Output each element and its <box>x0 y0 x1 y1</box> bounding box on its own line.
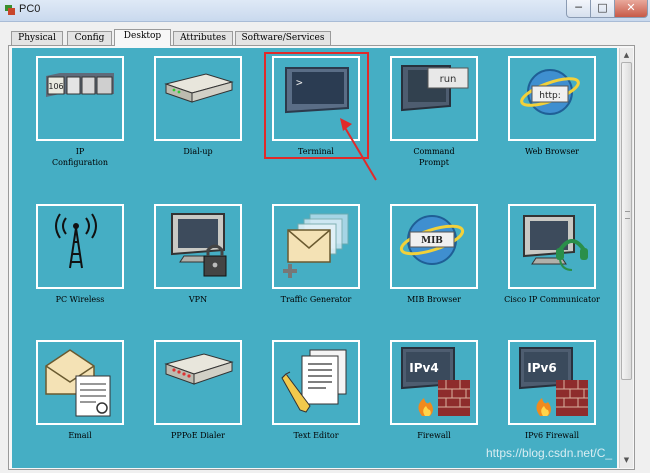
app-label: Text Editor <box>293 431 339 440</box>
mib-globe-icon: MIB <box>399 215 465 265</box>
headset-monitor-icon <box>523 215 588 271</box>
wireless-tower-icon <box>55 213 97 269</box>
vertical-scrollbar[interactable]: ▲ ▼ <box>619 48 633 468</box>
app-vpn[interactable]: VPN <box>138 204 258 324</box>
app-command-prompt[interactable]: run Command Prompt <box>374 56 494 176</box>
modem-icon <box>164 73 234 103</box>
scroll-up-icon[interactable]: ▲ <box>620 48 633 62</box>
app-label: Dial-up <box>183 147 213 156</box>
app-traffic-generator[interactable]: Traffic Generator <box>256 204 376 324</box>
app-label: MIB Browser <box>407 295 461 304</box>
app-label: IP Configuration <box>51 147 109 167</box>
tab-attributes[interactable]: Attributes <box>173 31 233 45</box>
app-dial-up[interactable]: Dial-up <box>138 56 258 176</box>
svg-text:run: run <box>440 74 457 85</box>
tab-config[interactable]: Config <box>67 31 112 45</box>
tab-physical[interactable]: Physical <box>11 31 63 45</box>
vpn-lock-icon <box>171 213 227 277</box>
svg-text:IPv4: IPv4 <box>409 361 438 375</box>
app-pc-wireless[interactable]: PC Wireless <box>20 204 140 324</box>
app-firewall[interactable]: IPv4 Firewall <box>374 340 494 460</box>
grip-icon <box>625 211 630 219</box>
dialer-icon <box>164 353 234 385</box>
app-label: Web Browser <box>525 147 579 156</box>
app-web-browser[interactable]: http: Web Browser <box>492 56 612 176</box>
watermark: https://blog.csdn.net/C_ <box>486 446 613 460</box>
globe-icon: http: <box>520 69 580 115</box>
tab-software-services[interactable]: Software/Services <box>235 31 331 45</box>
maximize-button[interactable]: □ <box>590 0 615 18</box>
svg-text:IPv6: IPv6 <box>527 361 556 375</box>
command-prompt-icon: run <box>401 65 469 112</box>
desktop-area: 106 IP Configuration Dial-up > Terminal … <box>12 48 617 468</box>
svg-text:MIB: MIB <box>421 236 443 246</box>
app-mib-browser[interactable]: MIB MIB Browser <box>374 204 494 324</box>
window-title: PC0 <box>19 3 41 15</box>
app-cisco-ip-communicator[interactable]: Cisco IP Communicator <box>492 204 612 324</box>
app-text-editor[interactable]: Text Editor <box>256 340 376 460</box>
app-label: Email <box>68 431 92 440</box>
title-bar: PC0 ─ □ ✕ <box>0 0 650 22</box>
app-label: Cisco IP Communicator <box>504 295 600 304</box>
app-label: PPPoE Dialer <box>171 431 225 440</box>
firewall-icon: IPv4 <box>401 347 470 416</box>
envelope-stack-icon <box>283 213 349 278</box>
app-icon <box>5 5 15 15</box>
email-icon <box>45 349 111 417</box>
ip-configuration-icon: 106 <box>46 73 114 97</box>
app-ipv6-firewall[interactable]: IPv6 IPv6 Firewall <box>492 340 612 460</box>
app-label: Traffic Generator <box>280 295 352 304</box>
app-label: VPN <box>188 295 208 304</box>
minimize-button[interactable]: ─ <box>566 0 591 18</box>
scroll-down-icon[interactable]: ▼ <box>620 453 633 467</box>
close-button[interactable]: ✕ <box>614 0 648 18</box>
app-label: IPv6 Firewall <box>524 431 580 440</box>
app-label: Firewall <box>417 431 451 440</box>
svg-text:>: > <box>296 76 303 89</box>
app-ip-configuration[interactable]: 106 IP Configuration <box>20 56 140 176</box>
scrollbar-thumb[interactable] <box>621 62 632 380</box>
app-pppoe-dialer[interactable]: PPPoE Dialer <box>138 340 258 460</box>
tab-desktop[interactable]: Desktop <box>114 29 171 46</box>
svg-text:http:: http: <box>539 91 561 101</box>
svg-text:106: 106 <box>48 82 63 91</box>
text-editor-icon <box>281 349 347 413</box>
app-label: PC Wireless <box>55 295 105 304</box>
app-label: Command Prompt <box>413 147 455 167</box>
ipv6-firewall-icon: IPv6 <box>519 347 588 416</box>
pointer-arrow-icon <box>340 118 377 181</box>
app-email[interactable]: Email <box>20 340 140 460</box>
